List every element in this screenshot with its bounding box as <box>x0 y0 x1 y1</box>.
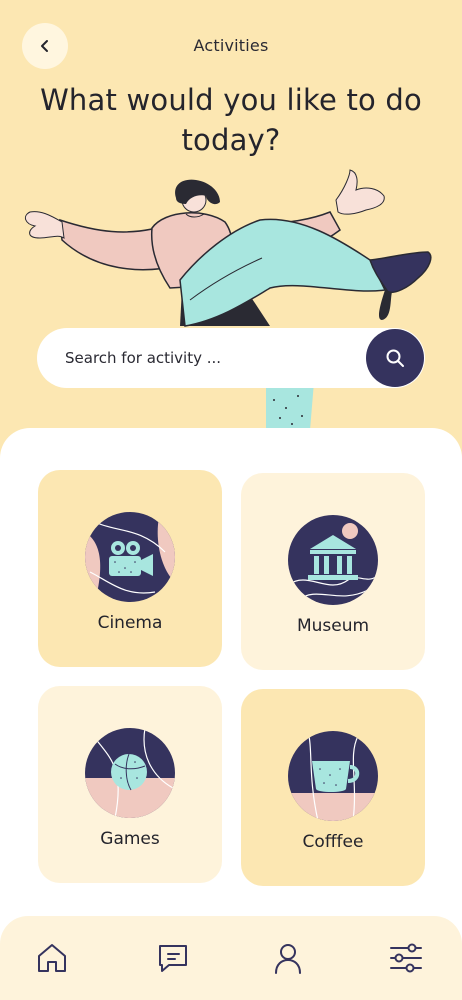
activity-label: Cinema <box>97 613 163 633</box>
bottom-navigation <box>0 916 462 1000</box>
activity-card-coffee[interactable]: Cofffee <box>241 689 425 886</box>
nav-filters[interactable] <box>386 938 426 978</box>
profile-icon <box>275 944 301 974</box>
search-bar <box>37 328 425 388</box>
hero-title: What would you like to do today? <box>40 83 422 157</box>
nav-chat[interactable] <box>153 938 193 978</box>
chat-icon <box>159 945 187 972</box>
museum-icon <box>288 515 378 605</box>
camera-icon <box>85 512 175 602</box>
nav-profile[interactable] <box>268 938 308 978</box>
filter-icon <box>390 943 422 973</box>
activity-label: Games <box>100 829 160 849</box>
activity-card-games[interactable]: Games <box>38 686 222 883</box>
page-title: Activities <box>193 36 269 55</box>
search-icon <box>386 349 404 367</box>
person-illustration <box>24 169 432 430</box>
search-button[interactable] <box>366 329 424 387</box>
search-input[interactable] <box>37 328 357 388</box>
activity-card-museum[interactable]: Museum <box>241 473 425 670</box>
home-icon <box>38 944 66 972</box>
activity-card-cinema[interactable]: Cinema <box>38 470 222 667</box>
activities-sheet: Cinema Museum Games Cofffee <box>0 428 462 1000</box>
activity-label: Museum <box>296 616 370 636</box>
nav-home[interactable] <box>32 938 72 978</box>
coffee-cup-icon <box>288 731 378 821</box>
activity-label: Cofffee <box>302 832 364 852</box>
ball-icon <box>85 728 175 818</box>
